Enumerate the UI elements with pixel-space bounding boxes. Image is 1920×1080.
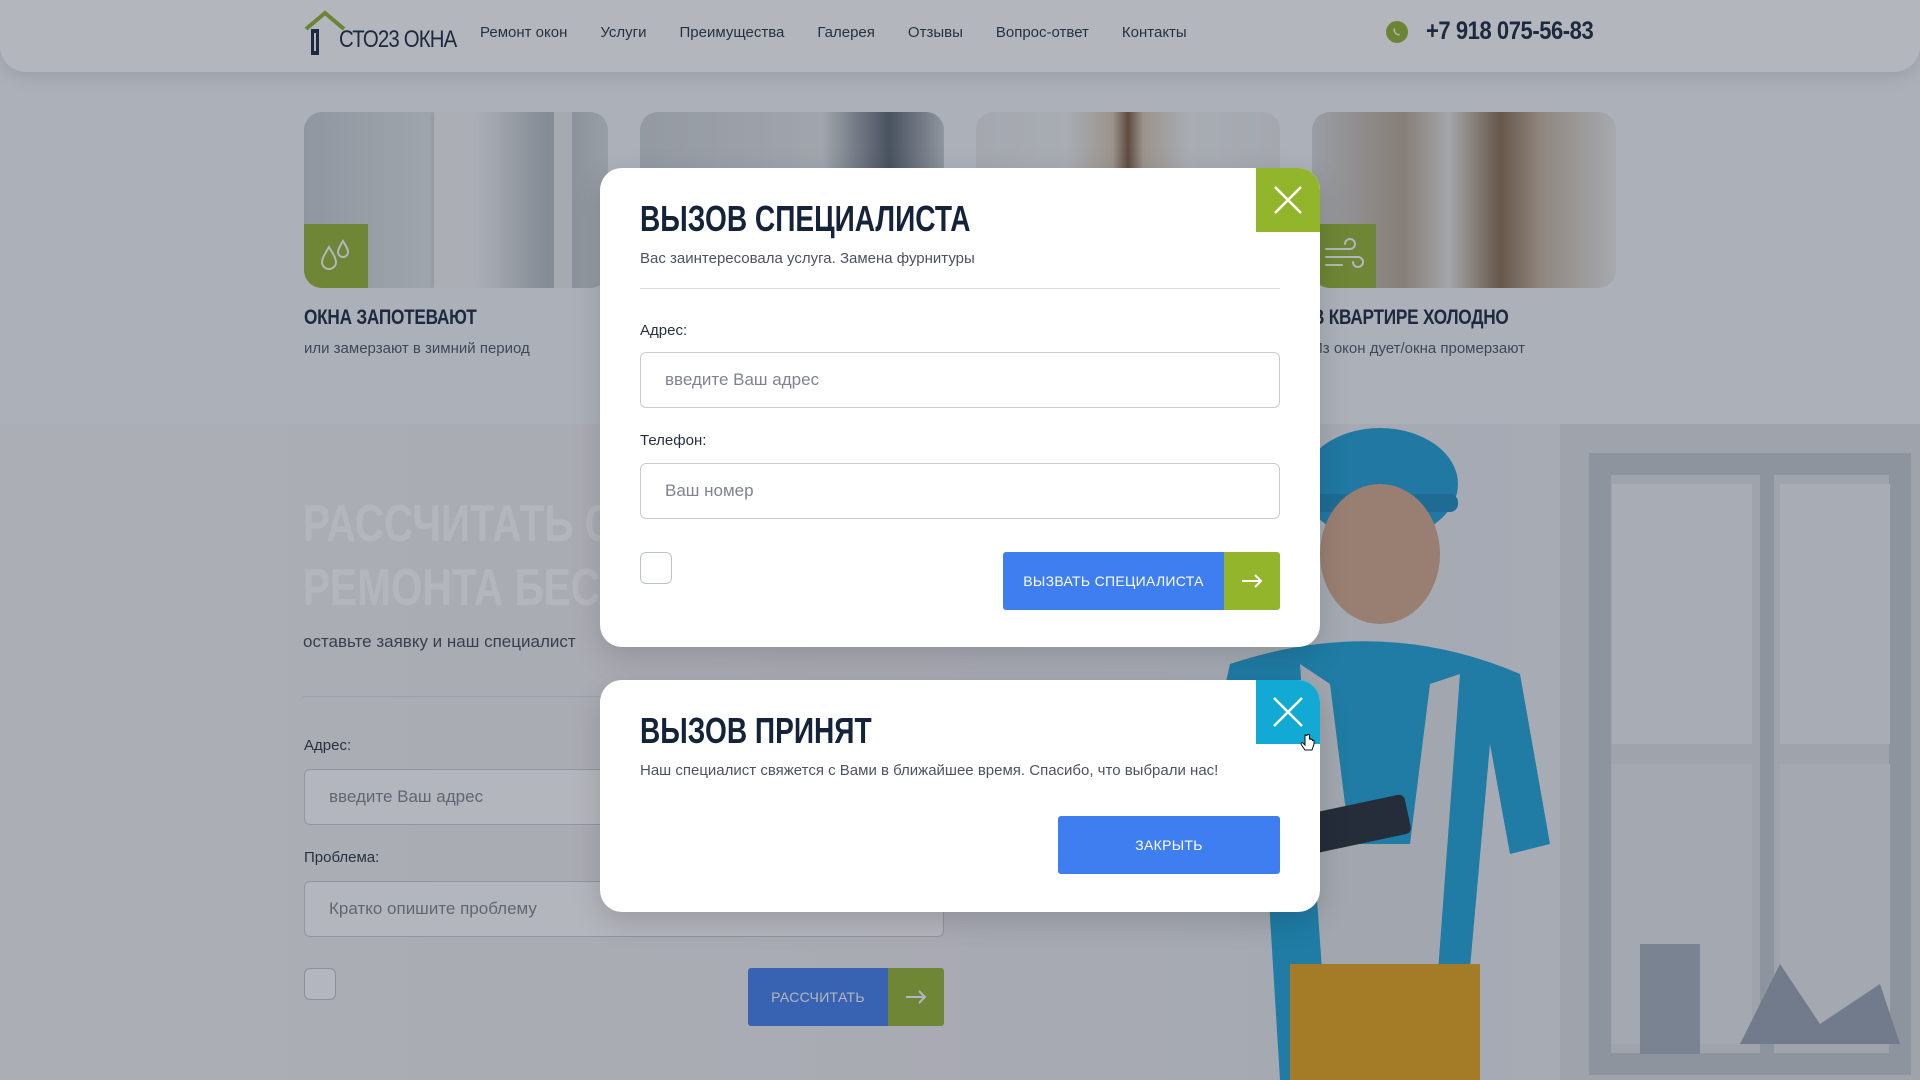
- modal-consent-checkbox[interactable]: [640, 552, 672, 584]
- modal-subtitle: Вас заинтересовала услуга. Замена фурнит…: [640, 250, 975, 267]
- close-button[interactable]: ЗАКРЫТЬ: [1058, 816, 1280, 874]
- modal-phone-input[interactable]: Ваш номер: [640, 463, 1280, 519]
- modal-subtitle: Наш специалист свяжется с Вами в ближайш…: [640, 762, 1219, 779]
- phone-label: Телефон:: [640, 432, 707, 449]
- hand-cursor-icon: [1300, 733, 1316, 759]
- close-icon[interactable]: [1256, 168, 1320, 232]
- call-accepted-modal: ВЫЗОВ ПРИНЯТ Наш специалист свяжется с В…: [600, 680, 1320, 912]
- call-specialist-modal: ВЫЗОВ СПЕЦИАЛИСТА Вас заинтересовала усл…: [600, 168, 1320, 647]
- modal-title: ВЫЗОВ ПРИНЯТ: [640, 710, 872, 751]
- address-label: Адрес:: [640, 322, 688, 339]
- call-specialist-button[interactable]: ВЫЗВАТЬ СПЕЦИАЛИСТА: [1003, 552, 1224, 610]
- modal-title: ВЫЗОВ СПЕЦИАЛИСТА: [640, 198, 971, 239]
- arrow-right-icon[interactable]: [1224, 552, 1280, 610]
- divider: [640, 288, 1280, 289]
- modal-address-input[interactable]: введите Ваш адрес: [640, 352, 1280, 408]
